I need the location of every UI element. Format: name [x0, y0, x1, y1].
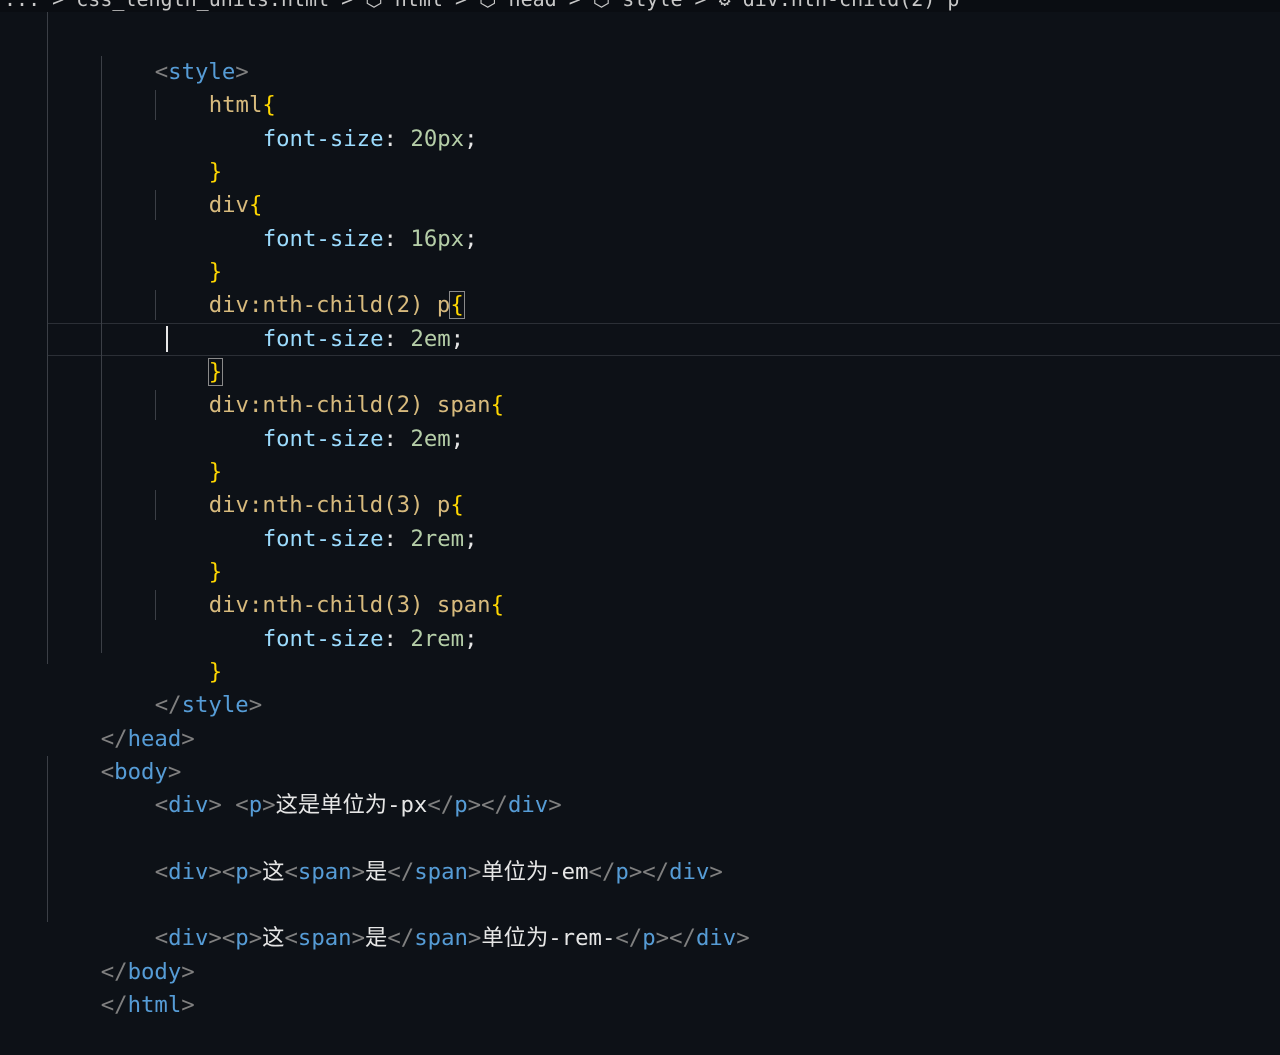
code-line: } [0, 523, 1280, 585]
tag-bracket: </ [387, 859, 415, 885]
tag-name: p [615, 859, 629, 885]
code-line: <style> [0, 23, 1280, 85]
code-line: div:nth-child(2) span{ [0, 356, 1280, 418]
tag-bracket: > [548, 792, 562, 818]
code-line: div:nth-child(3) span{ [0, 556, 1280, 618]
code-line: } [0, 423, 1280, 485]
breadcrumb-bar: ... > css_length_units.html > ⬡ html > ⬡… [0, 0, 1280, 12]
tag-bracket: < [154, 859, 169, 885]
code-line: <div> <p>这是单位为-px</p></div> [0, 756, 1280, 818]
code-line: font-size: 2rem; [0, 590, 1280, 652]
tag-name: span [414, 859, 468, 885]
code-line: div:nth-child(2) p{ [0, 256, 1280, 319]
tag-name: div [669, 859, 710, 885]
tag-bracket: > [709, 859, 723, 885]
tag-name: p [248, 792, 263, 818]
code-line: font-size: 16px; [0, 190, 1280, 252]
tag-name: div [507, 792, 549, 818]
tag-bracket: ></ [628, 859, 670, 885]
tag-bracket: </ [100, 992, 128, 1018]
code-line: } [0, 123, 1280, 185]
tag-bracket: </ [588, 859, 616, 885]
tag-name: div [168, 792, 209, 818]
html-text: 是 [365, 859, 388, 885]
code-line: } [0, 623, 1280, 685]
html-text: 这 [262, 859, 285, 885]
breadcrumb[interactable]: ... > css_length_units.html > ⬡ html > ⬡… [4, 0, 959, 11]
text-cursor [166, 326, 168, 352]
html-text: 这是单位为-px [275, 792, 428, 818]
tag-name: html [127, 992, 182, 1018]
code-line: <body> [0, 723, 1280, 785]
code-line: </body> [0, 923, 1280, 985]
code-line: html{ [0, 56, 1280, 118]
code-line: <div><p>这<span>是</span>单位为-rem-</p></div… [0, 889, 1280, 951]
tag-bracket: < [284, 859, 298, 885]
code-line: font-size: 20px; [0, 90, 1280, 152]
tag-bracket: > [248, 859, 263, 885]
code-line: } [0, 223, 1280, 285]
tag-bracket: >< [208, 859, 236, 885]
code-line: } [0, 323, 1280, 386]
html-text: 单位为-em [481, 859, 589, 885]
tag-bracket: > [262, 792, 276, 818]
code-line: font-size: 2em; [0, 290, 1280, 352]
tag-name: p [235, 859, 249, 885]
code-line: </html> [0, 956, 1280, 1018]
tag-name: p [454, 792, 468, 818]
tag-bracket: < [235, 792, 249, 818]
code-line: div:nth-child(3) p{ [0, 456, 1280, 518]
code-line: <div><p>这<span>是</span>单位为-em</p></div> [0, 823, 1280, 885]
tag-bracket: ></ [467, 792, 508, 818]
code-line: font-size: 2rem; [0, 490, 1280, 552]
code-editor[interactable]: <style> html{ font-size: 20px; } div{ fo… [0, 12, 1280, 1018]
code-line: </style> [0, 656, 1280, 718]
tag-bracket: > [467, 859, 482, 885]
tag-bracket: < [154, 792, 169, 818]
tag-name: div [168, 859, 209, 885]
code-line: </head> [0, 690, 1280, 752]
tag-bracket: > [351, 859, 366, 885]
tag-name: span [297, 859, 352, 885]
code-line: font-size: 2em; [0, 390, 1280, 452]
tag-bracket: > [208, 792, 236, 818]
code-line: div{ [0, 156, 1280, 218]
tag-bracket: </ [427, 792, 455, 818]
tag-bracket: > [181, 992, 195, 1018]
